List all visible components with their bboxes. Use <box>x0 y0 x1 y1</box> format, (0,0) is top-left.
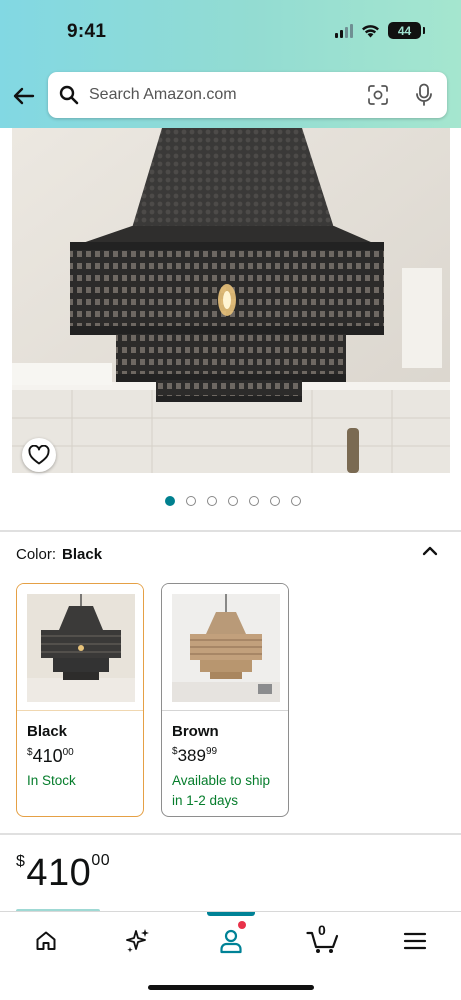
image-dot[interactable] <box>164 496 175 506</box>
cart-count: 0 <box>318 922 326 938</box>
color-selector-header[interactable]: Color: Black <box>16 546 102 563</box>
rufus-sparkle-icon <box>126 929 149 953</box>
image-dot[interactable] <box>227 496 238 506</box>
arrow-left-icon[interactable] <box>12 84 36 108</box>
color-option-name: Black <box>27 723 68 740</box>
section-divider <box>0 530 461 532</box>
heart-icon <box>28 445 50 465</box>
search-icon <box>59 85 79 105</box>
home-indicator[interactable] <box>148 985 314 990</box>
brown-chandelier-thumbnail <box>172 594 280 702</box>
camera-scan-icon[interactable] <box>367 84 389 106</box>
nav-menu[interactable] <box>400 926 430 956</box>
availability-text: Available to ship in 1-2 days <box>172 773 271 808</box>
price-cents: 00 <box>91 852 111 869</box>
price-whole: 410 <box>32 746 63 766</box>
image-dot[interactable] <box>290 496 301 506</box>
color-option-brown[interactable]: Brown $38999 Available to ship in 1-2 da… <box>161 583 289 817</box>
header-bar: 9:41 44 <box>0 0 461 128</box>
image-dot[interactable] <box>206 496 217 506</box>
color-option-thumbnail <box>17 584 143 712</box>
search-input[interactable] <box>89 86 349 104</box>
microphone-icon[interactable] <box>415 83 433 107</box>
cellular-signal-icon <box>335 23 353 38</box>
currency-symbol: $ <box>16 853 26 870</box>
selected-color: Black <box>62 546 103 563</box>
chevron-up-icon[interactable] <box>421 544 439 558</box>
image-dot[interactable] <box>248 496 259 506</box>
battery-icon: 44 <box>388 22 425 39</box>
product-image[interactable] <box>12 128 450 473</box>
active-tab-indicator <box>207 912 255 916</box>
add-to-list-button[interactable] <box>22 438 56 472</box>
account-icon <box>220 929 242 954</box>
swatch-divider <box>17 710 143 711</box>
color-option-black[interactable]: Black $41000 In Stock <box>16 583 144 817</box>
nav-home[interactable] <box>31 926 61 956</box>
product-price: $41000 <box>16 852 110 895</box>
status-time: 9:41 <box>67 21 107 42</box>
price-cents: 00 <box>62 747 74 758</box>
color-option-price: $41000 <box>27 746 74 767</box>
nav-rufus[interactable] <box>123 926 153 956</box>
color-label: Color: <box>16 546 57 563</box>
home-icon <box>36 931 56 950</box>
black-chandelier-thumbnail <box>27 594 135 702</box>
notification-dot <box>238 921 246 929</box>
availability-text: In Stock <box>27 773 76 788</box>
product-page: 9:41 44 Search Amazon.com Color: Black B… <box>0 0 461 1000</box>
battery-level: 44 <box>397 23 412 38</box>
wifi-icon <box>362 24 379 37</box>
chandelier-photo <box>12 128 450 473</box>
image-dot[interactable] <box>185 496 196 506</box>
status-icons: 44 <box>335 22 425 39</box>
image-pagination <box>0 496 461 506</box>
price-whole: 410 <box>26 852 92 894</box>
nav-account[interactable] <box>216 926 246 956</box>
image-dot[interactable] <box>269 496 280 506</box>
section-divider <box>0 833 461 835</box>
color-option-price: $38999 <box>172 746 217 766</box>
color-option-name: Brown <box>172 723 219 740</box>
price-whole: 389 <box>177 746 206 765</box>
search-bar[interactable] <box>48 72 447 118</box>
price-cents: 99 <box>205 746 218 757</box>
color-option-thumbnail <box>162 584 288 712</box>
swatch-divider <box>162 710 288 711</box>
menu-icon <box>403 932 427 950</box>
